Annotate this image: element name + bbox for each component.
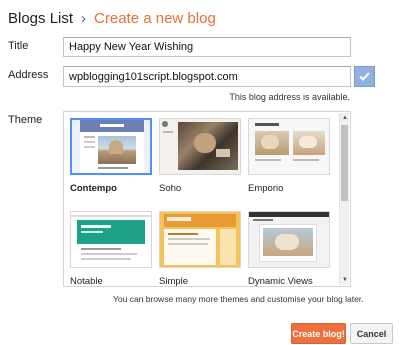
theme-label: Theme bbox=[8, 114, 43, 126]
breadcrumb: Blogs List › Create a new blog bbox=[8, 6, 216, 30]
scroll-up-arrow-icon[interactable]: ▲ bbox=[340, 113, 350, 123]
theme-soho[interactable]: Soho bbox=[159, 118, 241, 194]
scroll-down-arrow-icon[interactable]: ▼ bbox=[340, 275, 350, 285]
theme-soho-thumbnail bbox=[159, 118, 241, 175]
theme-soho-name: Soho bbox=[159, 183, 182, 194]
theme-emporio[interactable]: Emporio bbox=[248, 118, 330, 194]
theme-contempo-thumbnail bbox=[70, 118, 152, 175]
theme-emporio-thumbnail bbox=[248, 118, 330, 175]
address-available-message: This blog address is available. bbox=[229, 92, 350, 102]
checkmark-icon bbox=[359, 72, 370, 81]
theme-emporio-name: Emporio bbox=[248, 183, 284, 194]
create-blog-button[interactable]: Create blog! bbox=[291, 323, 346, 344]
theme-picker: Contempo Soho Emporio Notable Simple Dyn… bbox=[63, 111, 351, 287]
address-input[interactable] bbox=[63, 66, 351, 87]
theme-dynamic-views[interactable]: Dynamic Views bbox=[248, 211, 330, 287]
title-input[interactable] bbox=[63, 37, 351, 57]
theme-contempo-name: Contempo bbox=[70, 183, 117, 194]
page-title: Create a new blog bbox=[94, 9, 216, 27]
address-check-button[interactable] bbox=[354, 66, 375, 87]
title-label: Title bbox=[8, 40, 29, 52]
theme-contempo[interactable]: Contempo bbox=[70, 118, 152, 194]
browse-themes-note: You can browse many more themes and cust… bbox=[113, 294, 364, 304]
theme-notable[interactable]: Notable bbox=[70, 211, 152, 287]
theme-notable-thumbnail bbox=[70, 211, 152, 268]
theme-simple-name: Simple bbox=[159, 276, 189, 287]
breadcrumb-separator: › bbox=[81, 9, 87, 27]
cancel-button[interactable]: Cancel bbox=[350, 323, 393, 344]
blogs-list-link[interactable]: Blogs List bbox=[8, 10, 73, 27]
theme-simple[interactable]: Simple bbox=[159, 211, 241, 287]
theme-dynamic-views-thumbnail bbox=[248, 211, 330, 268]
theme-notable-name: Notable bbox=[70, 276, 103, 287]
scroll-thumb[interactable] bbox=[341, 125, 348, 201]
theme-simple-thumbnail bbox=[159, 211, 241, 268]
theme-scrollbar[interactable]: ▲ ▼ bbox=[339, 113, 349, 285]
address-label: Address bbox=[8, 69, 49, 81]
theme-dynamic-views-name: Dynamic Views bbox=[248, 276, 313, 287]
